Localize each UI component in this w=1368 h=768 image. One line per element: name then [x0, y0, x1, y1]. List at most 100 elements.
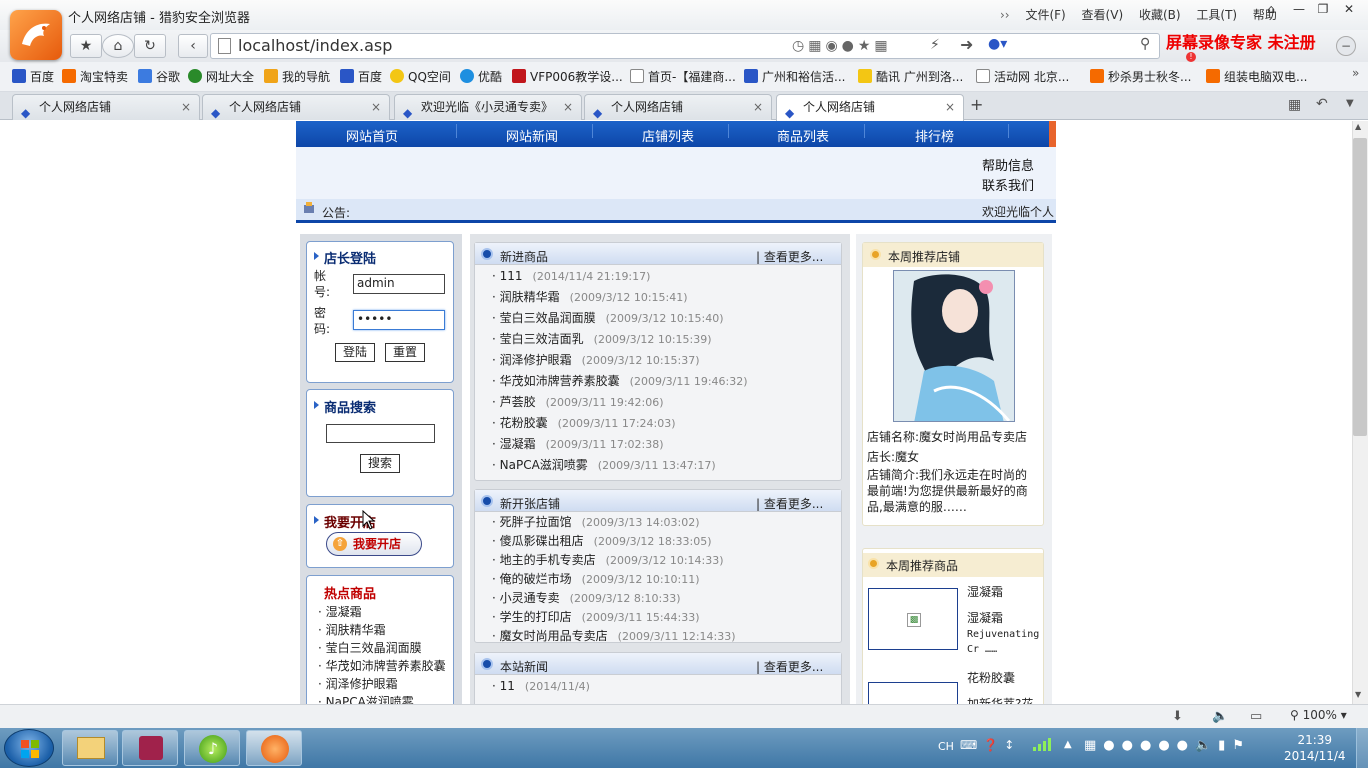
list-item[interactable]: · 111 (2014/11/4 21:19:17): [492, 266, 748, 287]
tab-list-icon[interactable]: ▦: [1288, 97, 1301, 113]
login-button[interactable]: 登陆: [335, 343, 375, 362]
scroll-up-icon[interactable]: ▲: [1355, 122, 1361, 131]
list-item[interactable]: · 花粉胶囊 (2009/3/11 17:24:03): [492, 413, 748, 434]
help-info-link[interactable]: 帮助信息: [982, 157, 1034, 177]
menu-toggle-icon[interactable]: ››: [1000, 8, 1010, 22]
username-input[interactable]: admin: [353, 274, 445, 294]
bookmark-hao[interactable]: 网址大全: [188, 68, 254, 85]
hot-item[interactable]: · 莹白三效晶润面膜: [318, 639, 446, 657]
undo-close-icon[interactable]: ↶: [1316, 96, 1328, 112]
list-item[interactable]: · 润泽修护眼霜 (2009/3/12 10:15:37): [492, 350, 748, 371]
bookmark-youku[interactable]: 优酷: [460, 68, 502, 85]
list-item[interactable]: · 芦荟胶 (2009/3/11 19:42:06): [492, 392, 748, 413]
media-taskbar-button[interactable]: ♪: [184, 730, 240, 766]
password-input[interactable]: •••••: [353, 310, 445, 330]
bookmark-vfp006[interactable]: VFP006教学设...: [512, 68, 623, 85]
tab-1[interactable]: ◆ 个人网络店铺 ×: [202, 94, 390, 120]
minimize-button[interactable]: —: [1288, 2, 1310, 20]
tab-0[interactable]: ◆ 个人网络店铺 ×: [12, 94, 200, 120]
site-nav-ranking[interactable]: 排行榜: [915, 126, 954, 145]
search-button[interactable]: 搜索: [360, 454, 400, 473]
hot-item[interactable]: · 润泽修护眼霜: [318, 675, 446, 693]
system-clock[interactable]: 21:39 2014/11/4: [1284, 732, 1346, 764]
list-item[interactable]: · 小灵通专卖 (2009/3/12 8:10:33): [492, 589, 736, 608]
bookmark-baidu[interactable]: 百度: [12, 68, 54, 85]
system-tray-icons[interactable]: ▦●●●●●🔈▮⚑: [1084, 738, 1251, 753]
wifi-icon[interactable]: [1032, 736, 1052, 752]
tab-close-icon[interactable]: ×: [563, 95, 573, 119]
close-button[interactable]: ✕: [1338, 2, 1360, 20]
hot-item[interactable]: · 润肤精华霜: [318, 621, 446, 639]
site-news-more-link[interactable]: | 查看更多...: [756, 658, 823, 675]
tray-expand-icon[interactable]: ▲: [1064, 739, 1072, 750]
show-desktop-button[interactable]: [1356, 728, 1368, 768]
bookmark-huodong[interactable]: 活动网 北京...: [976, 68, 1069, 85]
bookmarks-overflow-icon[interactable]: »: [1352, 66, 1359, 80]
shop-avatar-image[interactable]: [893, 270, 1015, 422]
list-item[interactable]: · 11 (2014/11/4): [492, 677, 590, 696]
bookmark-baidu-2[interactable]: 百度: [340, 68, 382, 85]
bookmark-zuzhuang[interactable]: 组装电脑双电...: [1206, 68, 1307, 85]
address-text[interactable]: localhost/index.asp: [238, 36, 392, 55]
address-toolbar-icons[interactable]: ◷▦◉●★▦: [792, 38, 892, 54]
open-shop-button[interactable]: ⇧ 我要开店: [326, 532, 422, 556]
list-item[interactable]: · 莹白三效洁面乳 (2009/3/12 10:15:39): [492, 329, 748, 350]
tab-2[interactable]: ◆ 欢迎光临《小灵通专卖》 ×: [394, 94, 582, 120]
hot-item[interactable]: · 湿凝霜: [318, 603, 446, 621]
reset-button[interactable]: 重置: [385, 343, 425, 362]
refresh-button[interactable]: ↻: [134, 34, 166, 58]
site-nav-news[interactable]: 网站新闻: [506, 126, 558, 145]
contact-us-link[interactable]: 联系我们: [982, 177, 1034, 197]
tab-close-icon[interactable]: ×: [945, 95, 955, 119]
zoom-control[interactable]: ⚲ 100% ▾: [1290, 708, 1347, 722]
windows-start-icon[interactable]: [4, 729, 54, 767]
scrollbar-thumb[interactable]: [1353, 138, 1367, 436]
maximize-button[interactable]: ❐: [1312, 2, 1334, 20]
tab-3[interactable]: ◆ 个人网络店铺 ×: [584, 94, 772, 120]
weekly-product-name[interactable]: 花粉胶囊: [967, 669, 1015, 686]
list-item[interactable]: · 润肤精华霜 (2009/3/12 10:15:41): [492, 287, 748, 308]
menu-file[interactable]: 文件(F): [1025, 8, 1065, 22]
browser-taskbar-button[interactable]: [246, 730, 302, 766]
cheetah-logo-icon[interactable]: [10, 10, 62, 60]
new-products-more-link[interactable]: | 查看更多...: [756, 248, 823, 265]
list-item[interactable]: · 华茂如沛牌营养素胶囊 (2009/3/11 19:46:32): [492, 371, 748, 392]
list-item[interactable]: · 死胖子拉面馆 (2009/3/13 14:03:02): [492, 513, 736, 532]
menu-favorites[interactable]: 收藏(B): [1139, 8, 1181, 22]
new-shops-more-link[interactable]: | 查看更多...: [756, 495, 823, 512]
explorer-taskbar-button[interactable]: [62, 730, 118, 766]
bookmark-kuxun[interactable]: 酷讯 广州到洛...: [858, 68, 963, 85]
download-icon[interactable]: ⬇: [1172, 709, 1183, 724]
bookmark-google[interactable]: 谷歌: [138, 68, 180, 85]
bookmark-my-nav[interactable]: 我的导航: [264, 68, 330, 85]
tab-close-icon[interactable]: ×: [753, 95, 763, 119]
list-item[interactable]: · 湿凝霜 (2009/3/11 17:02:38): [492, 434, 748, 455]
volume-icon[interactable]: 🔈: [1212, 709, 1228, 724]
list-item[interactable]: · 魔女时尚用品专卖店 (2009/3/11 12:14:33): [492, 627, 736, 646]
lightning-icon[interactable]: ⚡: [930, 37, 940, 53]
app-taskbar-button[interactable]: [122, 730, 178, 766]
baidu-search-engine-icon[interactable]: ●▾: [988, 36, 1007, 52]
bookmark-miaosha[interactable]: 秒杀男士秋冬...: [1090, 68, 1191, 85]
list-item[interactable]: · 莹白三效晶润面膜 (2009/3/12 10:15:40): [492, 308, 748, 329]
back-button[interactable]: ‹: [178, 34, 208, 58]
menu-tools[interactable]: 工具(T): [1196, 8, 1237, 22]
product-image[interactable]: ▩: [868, 588, 958, 650]
home-icon[interactable]: ⌂: [1260, 2, 1282, 20]
tab-close-icon[interactable]: ×: [181, 95, 191, 119]
favorite-star-icon[interactable]: ★: [70, 34, 102, 58]
bookmark-guangzhou[interactable]: 广州和裕信活...: [744, 68, 845, 85]
tab-close-icon[interactable]: ×: [371, 95, 381, 119]
scroll-down-icon[interactable]: ▼: [1355, 690, 1361, 699]
site-nav-products[interactable]: 商品列表: [777, 126, 829, 145]
menu-circle-icon[interactable]: −: [1336, 36, 1356, 56]
new-tab-icon[interactable]: +: [970, 95, 983, 114]
weekly-shop-name-link[interactable]: 魔女时尚用品专卖店: [919, 430, 1027, 444]
ime-indicator[interactable]: CH: [938, 740, 954, 753]
bookmark-qzone[interactable]: QQ空间: [390, 68, 451, 85]
home-button[interactable]: ⌂: [102, 34, 134, 58]
window-mode-icon[interactable]: ▭: [1250, 709, 1262, 724]
site-nav-shops[interactable]: 店铺列表: [642, 126, 694, 145]
forward-icon[interactable]: ➜: [960, 35, 973, 54]
hot-item[interactable]: · 华茂如沛牌营养素胶囊: [318, 657, 446, 675]
